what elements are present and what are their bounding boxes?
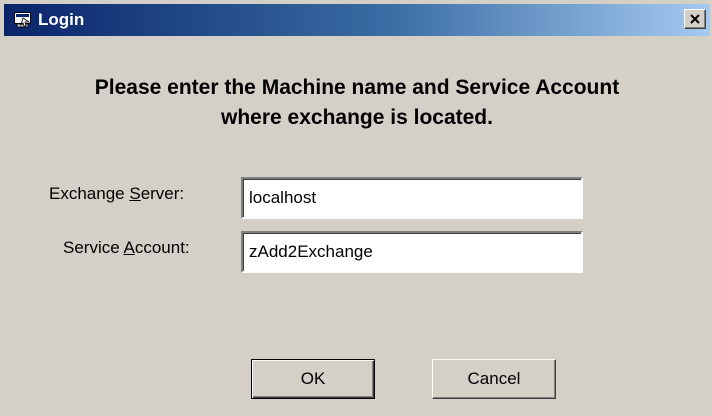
close-icon (690, 14, 700, 24)
instruction-line-1: Please enter the Machine name and Servic… (94, 76, 620, 99)
exchange-server-input[interactable] (241, 177, 583, 219)
service-account-label-suffix: ccount: (134, 238, 190, 257)
exchange-server-label-accelerator: S (129, 184, 141, 203)
exchange-server-label-text: Exchange (49, 184, 130, 203)
exchange-server-label: Exchange Server: (49, 183, 184, 205)
service-account-label-text: Service (63, 238, 124, 257)
window-title: Login (38, 10, 85, 29)
login-window-icon (14, 12, 32, 28)
instruction-heading: Please enter the Machine name and Servic… (21, 73, 693, 133)
cancel-button[interactable]: Cancel (432, 359, 556, 399)
instruction-line-2: where exchange is located. (221, 106, 493, 129)
title-bar[interactable]: Login (4, 4, 710, 36)
ok-button[interactable]: OK (251, 359, 375, 399)
service-account-label-accelerator: A (123, 238, 135, 257)
close-button[interactable] (684, 9, 706, 29)
service-account-label: Service Account: (63, 237, 190, 259)
login-dialog: Login Please enter the Machine name and … (0, 0, 712, 416)
exchange-server-label-suffix: erver: (140, 184, 185, 203)
service-account-input[interactable] (241, 231, 583, 273)
